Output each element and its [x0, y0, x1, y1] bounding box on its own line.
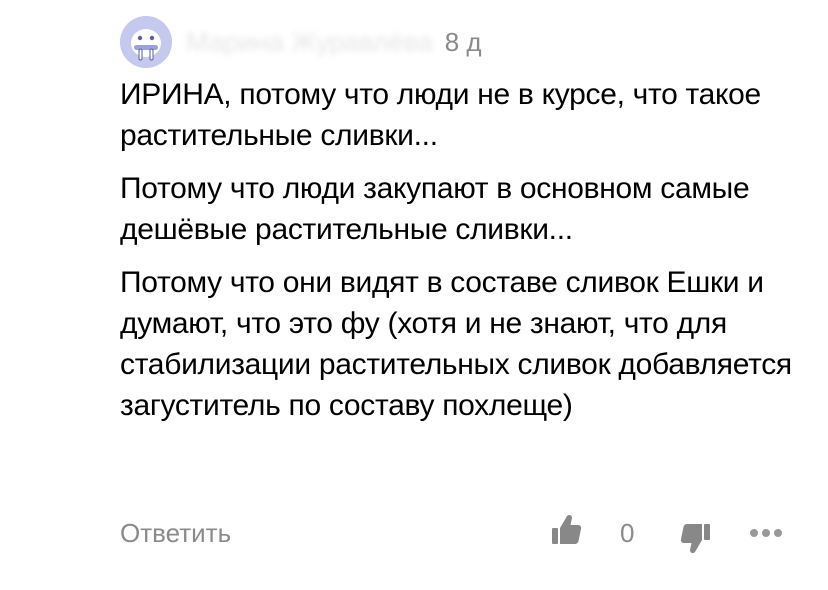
comment-paragraph: Потому что люди закупают в основном самы… — [120, 172, 750, 246]
walrus-avatar-icon — [120, 16, 172, 68]
comment-header: Марина Журавлёва 8 д — [120, 14, 482, 70]
more-button[interactable] — [748, 526, 784, 544]
more-dots-icon — [750, 529, 782, 537]
comment-actions: Ответить 0 — [120, 512, 810, 560]
comment-body: ИРИНА, потому что люди не в курсе, что т… — [120, 74, 810, 438]
comment-paragraph: Потому что они видят в составе сливок Еш… — [120, 266, 792, 422]
like-button[interactable] — [548, 512, 584, 553]
reply-button[interactable]: Ответить — [120, 518, 231, 549]
dislike-button[interactable] — [678, 520, 714, 561]
likes-count: 0 — [620, 518, 635, 548]
comment-time: 8 д — [444, 26, 482, 57]
avatar[interactable] — [120, 16, 172, 68]
comment-paragraph: ИРИНА, потому что люди не в курсе, что т… — [120, 78, 761, 152]
author-name[interactable]: Марина Журавлёва — [186, 27, 433, 58]
comment: Марина Журавлёва 8 д ИРИНА, потому что л… — [0, 0, 828, 590]
thumb-up-icon — [552, 514, 582, 544]
thumb-down-icon — [680, 524, 710, 554]
